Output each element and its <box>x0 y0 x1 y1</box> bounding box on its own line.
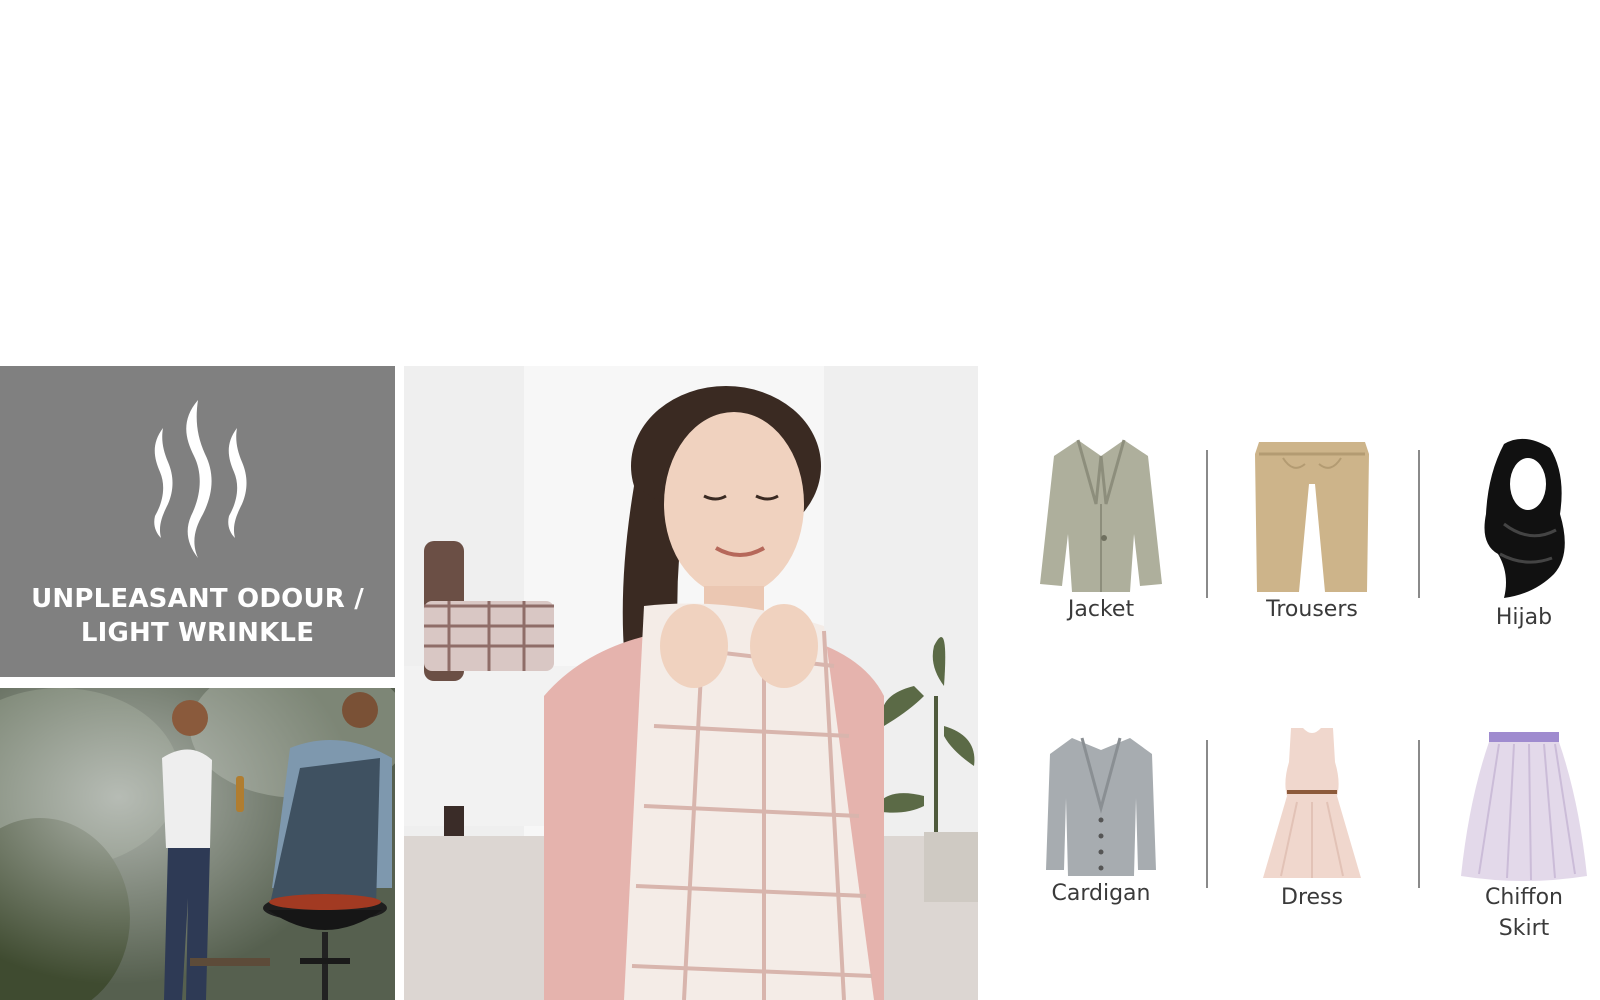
garment-label-chiffon-skirt: Chiffon Skirt <box>1485 885 1563 941</box>
garment-label-cardigan: Cardigan <box>1051 881 1151 906</box>
woman-smelling-fresh-shirt-photo <box>404 366 978 1000</box>
garment-jacket: Jacket <box>1001 434 1201 625</box>
dress-icon <box>1263 728 1361 878</box>
hijab-icon <box>1484 438 1565 598</box>
garment-cardigan: Cardigan <box>1001 728 1201 909</box>
feature-title-line1: UNPLEASANT ODOUR / <box>31 584 364 614</box>
divider <box>1206 740 1208 888</box>
chiffon-skirt-icon <box>1461 732 1587 881</box>
divider <box>1206 450 1208 598</box>
divider <box>1418 740 1420 888</box>
trousers-icon <box>1255 442 1369 592</box>
divider <box>1418 450 1420 598</box>
garment-label-dress: Dress <box>1281 885 1343 910</box>
steam-waves-icon <box>154 400 247 558</box>
people-barbecue-photo <box>0 688 395 1000</box>
garment-chiffon-skirt: Chiffon Skirt <box>1424 730 1600 944</box>
garment-hijab: Hijab <box>1424 434 1600 633</box>
feature-title: UNPLEASANT ODOUR / LIGHT WRINKLE <box>0 582 395 650</box>
garment-trousers: Trousers <box>1212 434 1412 625</box>
garment-dress: Dress <box>1212 722 1412 913</box>
garment-label-hijab: Hijab <box>1495 605 1553 630</box>
feature-title-line2: LIGHT WRINKLE <box>80 618 315 648</box>
jacket-icon <box>1040 439 1162 592</box>
garment-label-trousers: Trousers <box>1266 597 1358 622</box>
garment-label-jacket: Jacket <box>1067 597 1135 622</box>
odour-feature-panel: UNPLEASANT ODOUR / LIGHT WRINKLE <box>0 366 395 677</box>
cardigan-icon <box>1046 737 1156 876</box>
page: UNPLEASANT ODOUR / LIGHT WRINKLE Jacket … <box>0 0 1600 1000</box>
